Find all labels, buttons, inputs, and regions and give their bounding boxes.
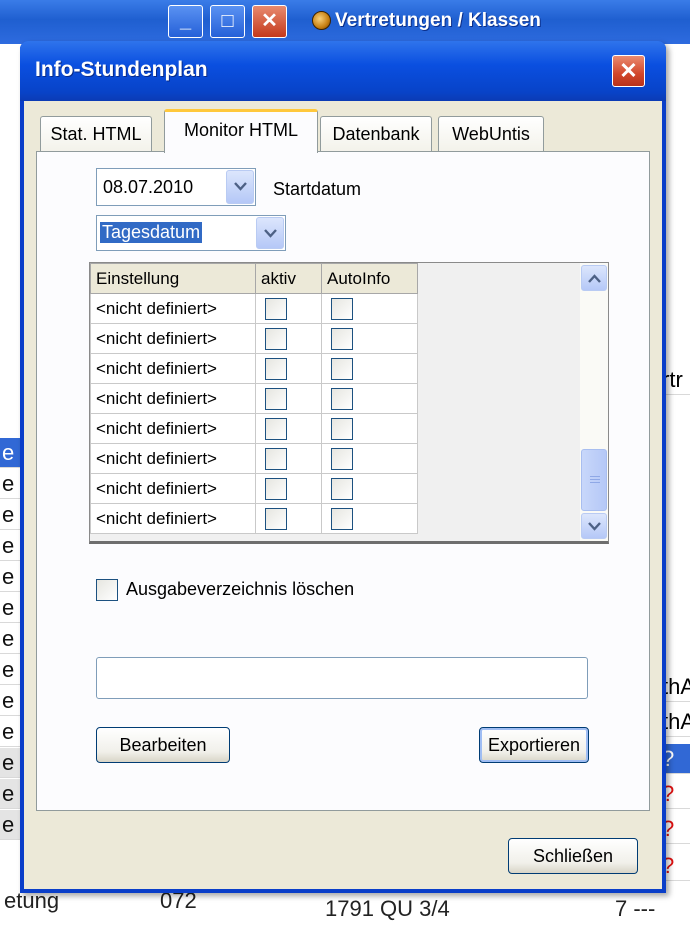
table-row[interactable]: <nicht definiert> [90,443,418,474]
background-cell: rtr [662,365,690,395]
export-button[interactable]: Exportieren [479,727,589,763]
background-window-title: Vertretungen / Klassen [335,10,541,31]
setting-name-cell[interactable]: <nicht definiert> [90,503,256,534]
autoinfo-cell [321,503,418,534]
info-stundenplan-dialog: Info-Stundenplan ✕ Stat. HTML Monitor HT… [20,41,666,893]
background-close-button[interactable]: ✕ [252,5,287,38]
background-cell: ? [662,744,690,774]
start-date-combo[interactable]: 08.07.2010 [96,168,256,206]
background-cell: ? [662,814,690,844]
aktiv-checkbox[interactable] [265,357,287,380]
table-row[interactable]: <nicht definiert> [90,293,418,324]
aktiv-cell [255,383,322,414]
autoinfo-checkbox[interactable] [331,417,353,440]
scroll-up-icon[interactable] [581,265,607,291]
autoinfo-checkbox[interactable] [331,507,353,530]
setting-name-cell[interactable]: <nicht definiert> [90,353,256,384]
aktiv-checkbox[interactable] [265,297,287,320]
dialog-body: Stat. HTML Monitor HTML Datenbank WebUnt… [24,101,662,889]
output-path-field[interactable] [96,657,588,699]
start-date-label: Startdatum [273,179,362,199]
aktiv-cell [255,353,322,384]
tab-datenbank[interactable]: Datenbank [320,116,432,152]
autoinfo-cell [321,443,418,474]
aktiv-checkbox[interactable] [265,477,287,500]
dialog-close-button[interactable]: ✕ [612,55,645,87]
aktiv-cell [255,503,322,534]
background-titlebar: _ □ ✕ Vertretungen / Klassen [0,0,690,44]
close-button[interactable]: Schließen [508,838,638,874]
chevron-down-icon[interactable] [226,170,254,204]
background-bottom-row: 1791 QU 3/4 [325,896,450,921]
tab-webuntis[interactable]: WebUntis [438,116,544,152]
setting-name-cell[interactable]: <nicht definiert> [90,293,256,324]
aktiv-cell [255,443,322,474]
autoinfo-checkbox[interactable] [331,357,353,380]
table-row[interactable]: <nicht definiert> [90,413,418,444]
scroll-down-icon[interactable] [581,513,607,539]
autoinfo-cell [321,323,418,354]
start-date-value: 08.07.2010 [103,177,194,197]
grid-scrollbar[interactable] [580,263,608,541]
table-row[interactable]: <nicht definiert> [90,353,418,384]
clock-icon [312,11,331,30]
setting-name-cell[interactable]: <nicht definiert> [90,413,256,444]
setting-name-cell[interactable]: <nicht definiert> [90,443,256,474]
aktiv-cell [255,323,322,354]
table-row[interactable]: <nicht definiert> [90,503,418,534]
chevron-down-icon[interactable] [256,217,284,249]
background-bottom-value: 7 --- [615,896,656,921]
background-cell: ? [662,851,690,881]
setting-name-cell[interactable]: <nicht definiert> [90,383,256,414]
aktiv-cell [255,293,322,324]
settings-table: Einstellung aktiv AutoInfo <nicht defini… [90,263,418,534]
settings-grid: Einstellung aktiv AutoInfo <nicht defini… [89,262,609,544]
dialog-titlebar[interactable]: Info-Stundenplan ✕ [20,41,666,101]
autoinfo-checkbox[interactable] [331,447,353,470]
minimize-button[interactable]: _ [168,5,203,38]
aktiv-checkbox[interactable] [265,387,287,410]
dialog-title: Info-Stundenplan [35,58,208,81]
autoinfo-checkbox[interactable] [331,297,353,320]
tab-stat-html[interactable]: Stat. HTML [40,116,152,152]
autoinfo-checkbox[interactable] [331,327,353,350]
date-mode-value: Tagesdatum [100,222,203,243]
maximize-button[interactable]: □ [210,5,245,38]
aktiv-checkbox[interactable] [265,417,287,440]
autoinfo-cell [321,383,418,414]
monitor-html-tab-page: 08.07.2010 Startdatum Tagesdatum Einstel… [36,151,650,811]
autoinfo-cell [321,473,418,504]
background-cell: thA [662,707,690,737]
date-mode-combo[interactable]: Tagesdatum [96,215,286,251]
clear-output-label[interactable]: Ausgabeverzeichnis löschen [126,579,354,600]
column-header-einstellung[interactable]: Einstellung [90,263,256,294]
autoinfo-checkbox[interactable] [331,387,353,410]
aktiv-checkbox[interactable] [265,507,287,530]
autoinfo-checkbox[interactable] [331,477,353,500]
aktiv-checkbox[interactable] [265,447,287,470]
column-header-aktiv[interactable]: aktiv [255,263,322,294]
aktiv-cell [255,413,322,444]
background-cell: ? [662,779,690,809]
autoinfo-cell [321,353,418,384]
table-row[interactable]: <nicht definiert> [90,473,418,504]
column-header-autoinfo[interactable]: AutoInfo [321,263,418,294]
autoinfo-cell [321,293,418,324]
clear-output-checkbox[interactable] [96,579,118,601]
background-cell: thA [662,672,690,702]
aktiv-checkbox[interactable] [265,327,287,350]
aktiv-cell [255,473,322,504]
table-row[interactable]: <nicht definiert> [90,383,418,414]
tab-monitor-html[interactable]: Monitor HTML [164,109,318,153]
clear-output-checkbox-row[interactable]: Ausgabeverzeichnis löschen [96,579,354,601]
autoinfo-cell [321,413,418,444]
setting-name-cell[interactable]: <nicht definiert> [90,473,256,504]
table-row[interactable]: <nicht definiert> [90,323,418,354]
scroll-thumb[interactable] [581,449,607,511]
edit-button[interactable]: Bearbeiten [96,727,230,763]
setting-name-cell[interactable]: <nicht definiert> [90,323,256,354]
